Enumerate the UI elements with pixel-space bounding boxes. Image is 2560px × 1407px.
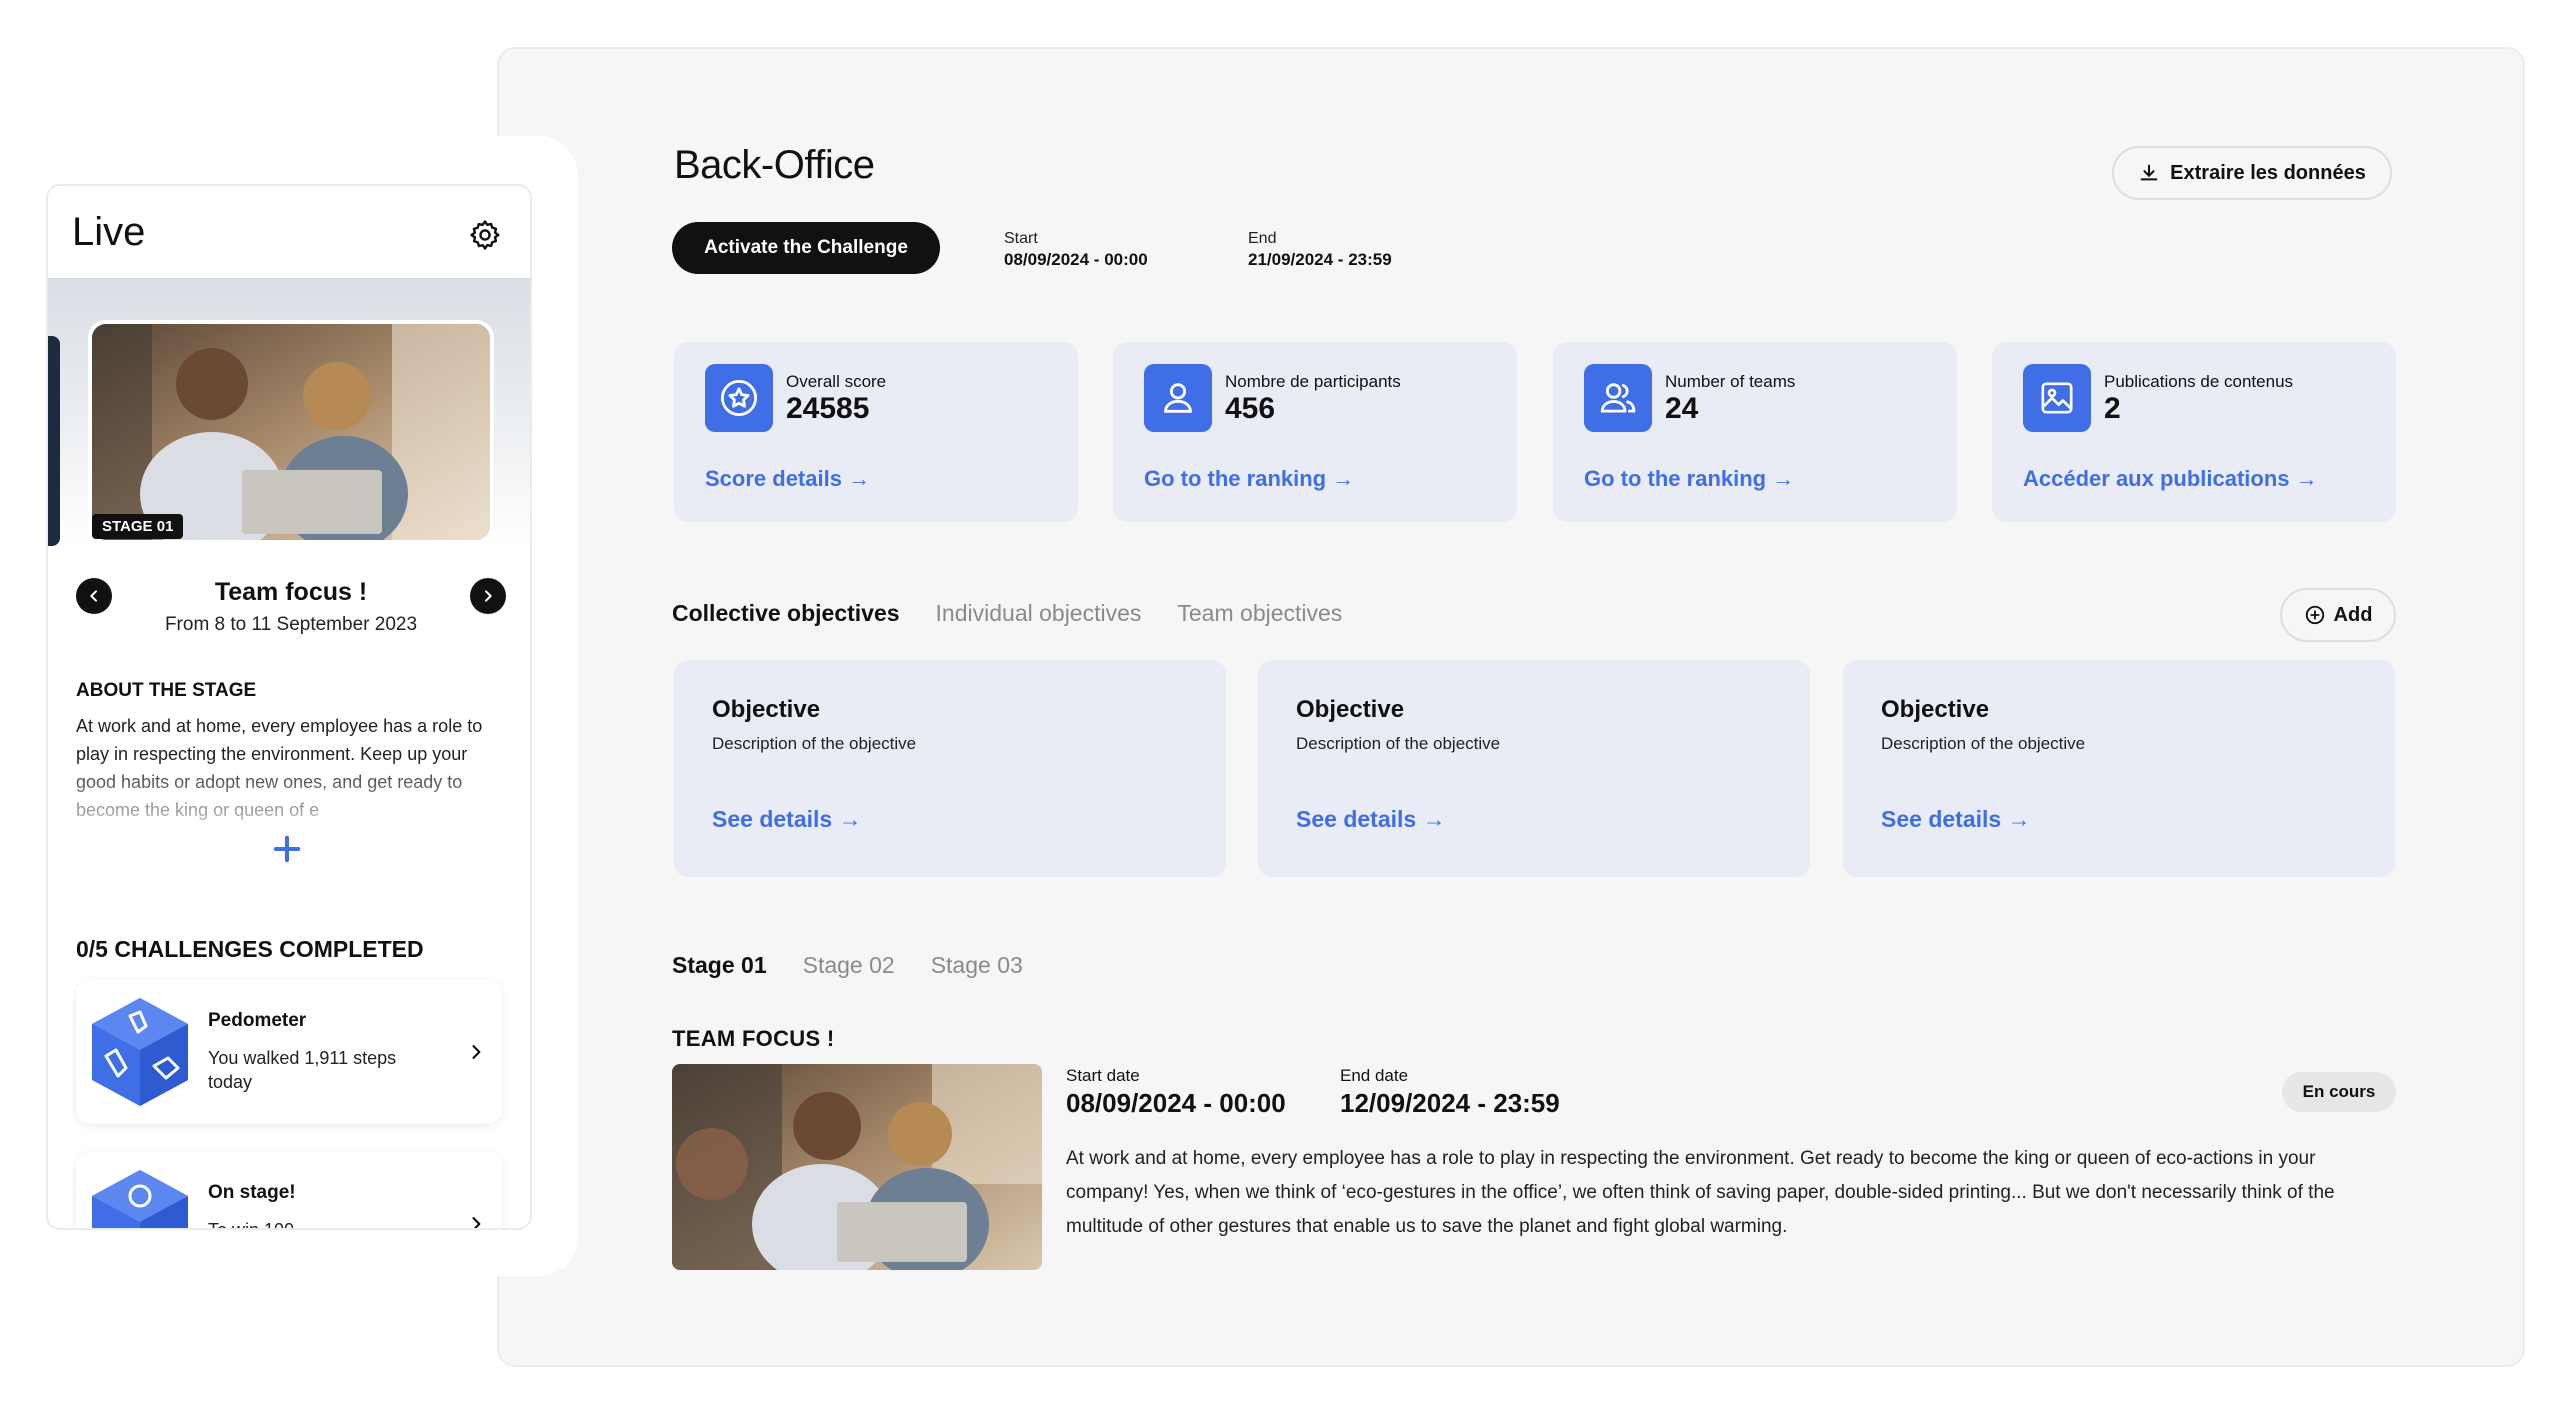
stage-hero-photo bbox=[88, 320, 494, 544]
see-details-link[interactable]: See details → bbox=[1881, 806, 2031, 833]
gear-icon[interactable] bbox=[468, 218, 502, 252]
stage-heading: TEAM FOCUS ! bbox=[672, 1026, 835, 1051]
expand-plus-icon[interactable] bbox=[272, 834, 302, 864]
stat-card-overall-score: Overall score 24585 Score details → bbox=[674, 342, 1078, 522]
challenge-card[interactable]: On stage! To win 100 bbox=[76, 1152, 502, 1230]
challenge-card[interactable]: Pedometer You walked 1,911 steps today bbox=[76, 980, 502, 1124]
stage-name: Team focus ! bbox=[214, 578, 368, 606]
stat-card-teams: Number of teams 24 Go to the ranking → bbox=[1553, 342, 1957, 522]
stat-value: 456 bbox=[1225, 392, 1276, 425]
stat-value: 24585 bbox=[786, 392, 870, 425]
stage-description: At work and at home, every employee has … bbox=[1066, 1148, 2335, 1237]
stat-value: 2 bbox=[2104, 392, 2121, 425]
stage-photo bbox=[672, 1064, 1042, 1270]
ranking-link[interactable]: Go to the ranking → bbox=[1144, 466, 1354, 492]
start-value: 08/09/2024 - 00:00 bbox=[1004, 250, 1148, 269]
user-icon bbox=[1144, 364, 1212, 432]
about-heading: ABOUT THE STAGE bbox=[76, 680, 257, 701]
tab-stage-01[interactable]: Stage 01 bbox=[672, 952, 767, 979]
stat-card-participants: Nombre de participants 456 Go to the ran… bbox=[1113, 342, 1517, 522]
add-objective-button[interactable]: Add bbox=[2280, 588, 2396, 642]
on-stage-cube-icon bbox=[92, 1170, 188, 1228]
tab-collective-objectives[interactable]: Collective objectives bbox=[672, 600, 900, 627]
stat-label: Overall score bbox=[786, 372, 887, 391]
stage-end-date: End date 12/09/2024 - 23:59 bbox=[1340, 1066, 1560, 1119]
stage-tabs: Stage 01 Stage 02 Stage 03 bbox=[672, 952, 1023, 979]
chevron-right-icon bbox=[472, 1217, 481, 1228]
stage-hero: STAGE 01 bbox=[48, 278, 530, 548]
next-stage-button[interactable] bbox=[470, 578, 506, 614]
extract-data-button[interactable]: Extraire les données bbox=[2112, 146, 2392, 200]
end-value: 21/09/2024 - 23:59 bbox=[1248, 250, 1392, 269]
stat-label: Nombre de participants bbox=[1225, 372, 1401, 391]
stage-end-label: End date bbox=[1340, 1066, 1409, 1085]
chevron-right-icon bbox=[485, 590, 492, 602]
start-label: Start bbox=[1004, 230, 1038, 247]
about-text: At work and at home, every employee has … bbox=[76, 716, 483, 820]
stage-dates: From 8 to 11 September 2023 bbox=[164, 614, 418, 635]
stat-label: Publications de contenus bbox=[2104, 372, 2294, 391]
page-title: Back-Office bbox=[674, 143, 875, 187]
image-icon bbox=[2023, 364, 2091, 432]
status-badge: En cours bbox=[2282, 1072, 2396, 1112]
challenge-title: On stage! bbox=[208, 1182, 296, 1203]
objective-description: Description of the objective bbox=[1881, 734, 2086, 753]
score-details-link[interactable]: Score details → bbox=[705, 466, 870, 492]
objective-title: Objective bbox=[712, 696, 821, 723]
download-icon bbox=[2140, 164, 2158, 181]
chevron-right-icon bbox=[472, 1045, 481, 1059]
team-icon bbox=[1584, 364, 1652, 432]
stat-label: Number of teams bbox=[1665, 372, 1796, 391]
challenges-heading: 0/5 CHALLENGES COMPLETED bbox=[76, 936, 424, 962]
end-label: End bbox=[1248, 230, 1277, 247]
objective-card: Objective Description of the objective S… bbox=[1258, 660, 1810, 877]
stage-end-value: 12/09/2024 - 23:59 bbox=[1340, 1088, 1560, 1118]
activate-challenge-button[interactable]: Activate the Challenge bbox=[672, 222, 940, 274]
add-label: Add bbox=[2333, 603, 2373, 626]
challenge-text: You walked 1,911 steps today bbox=[208, 1048, 397, 1092]
teams-ranking-link[interactable]: Go to the ranking → bbox=[1584, 466, 1794, 492]
challenge-start: Start 08/09/2024 - 00:00 bbox=[1004, 230, 1148, 270]
plus-circle-icon bbox=[2305, 605, 2324, 625]
mobile-title: Live bbox=[72, 210, 146, 254]
see-details-link[interactable]: See details → bbox=[1296, 806, 1446, 833]
objective-title: Objective bbox=[1881, 696, 1990, 723]
extract-data-label: Extraire les données bbox=[2170, 161, 2366, 184]
challenge-end: End 21/09/2024 - 23:59 bbox=[1248, 230, 1392, 270]
stage-start-date: Start date 08/09/2024 - 00:00 bbox=[1066, 1066, 1286, 1119]
stage-tag: STAGE 01 bbox=[92, 514, 184, 539]
see-details-link[interactable]: See details → bbox=[712, 806, 862, 833]
stage-start-value: 08/09/2024 - 00:00 bbox=[1066, 1088, 1286, 1118]
objective-card: Objective Description of the objective S… bbox=[1843, 660, 2395, 877]
publications-link[interactable]: Accéder aux publications → bbox=[2023, 466, 2318, 492]
objective-title: Objective bbox=[1296, 696, 1405, 723]
challenge-title: Pedometer bbox=[208, 1010, 307, 1031]
star-badge-icon bbox=[705, 364, 773, 432]
objective-card: Objective Description of the objective S… bbox=[674, 660, 1226, 877]
tab-stage-03[interactable]: Stage 03 bbox=[931, 952, 1023, 979]
objective-description: Description of the objective bbox=[1296, 734, 1501, 753]
tab-stage-02[interactable]: Stage 02 bbox=[803, 952, 895, 979]
objective-tabs: Collective objectives Individual objecti… bbox=[672, 600, 1342, 627]
previous-stage-peek bbox=[48, 336, 60, 546]
pedometer-cube-icon bbox=[92, 998, 188, 1106]
tab-individual-objectives[interactable]: Individual objectives bbox=[936, 600, 1142, 627]
challenge-text: To win 100 bbox=[208, 1220, 295, 1230]
stat-value: 24 bbox=[1665, 392, 1699, 425]
mobile-preview: Live STAGE 01 Team focus ! From 8 to 11 … bbox=[46, 184, 532, 1230]
objective-description: Description of the objective bbox=[712, 734, 917, 753]
stage-start-label: Start date bbox=[1066, 1066, 1140, 1085]
tab-team-objectives[interactable]: Team objectives bbox=[1177, 600, 1342, 627]
stat-card-publications: Publications de contenus 2 Accéder aux p… bbox=[1992, 342, 2396, 522]
